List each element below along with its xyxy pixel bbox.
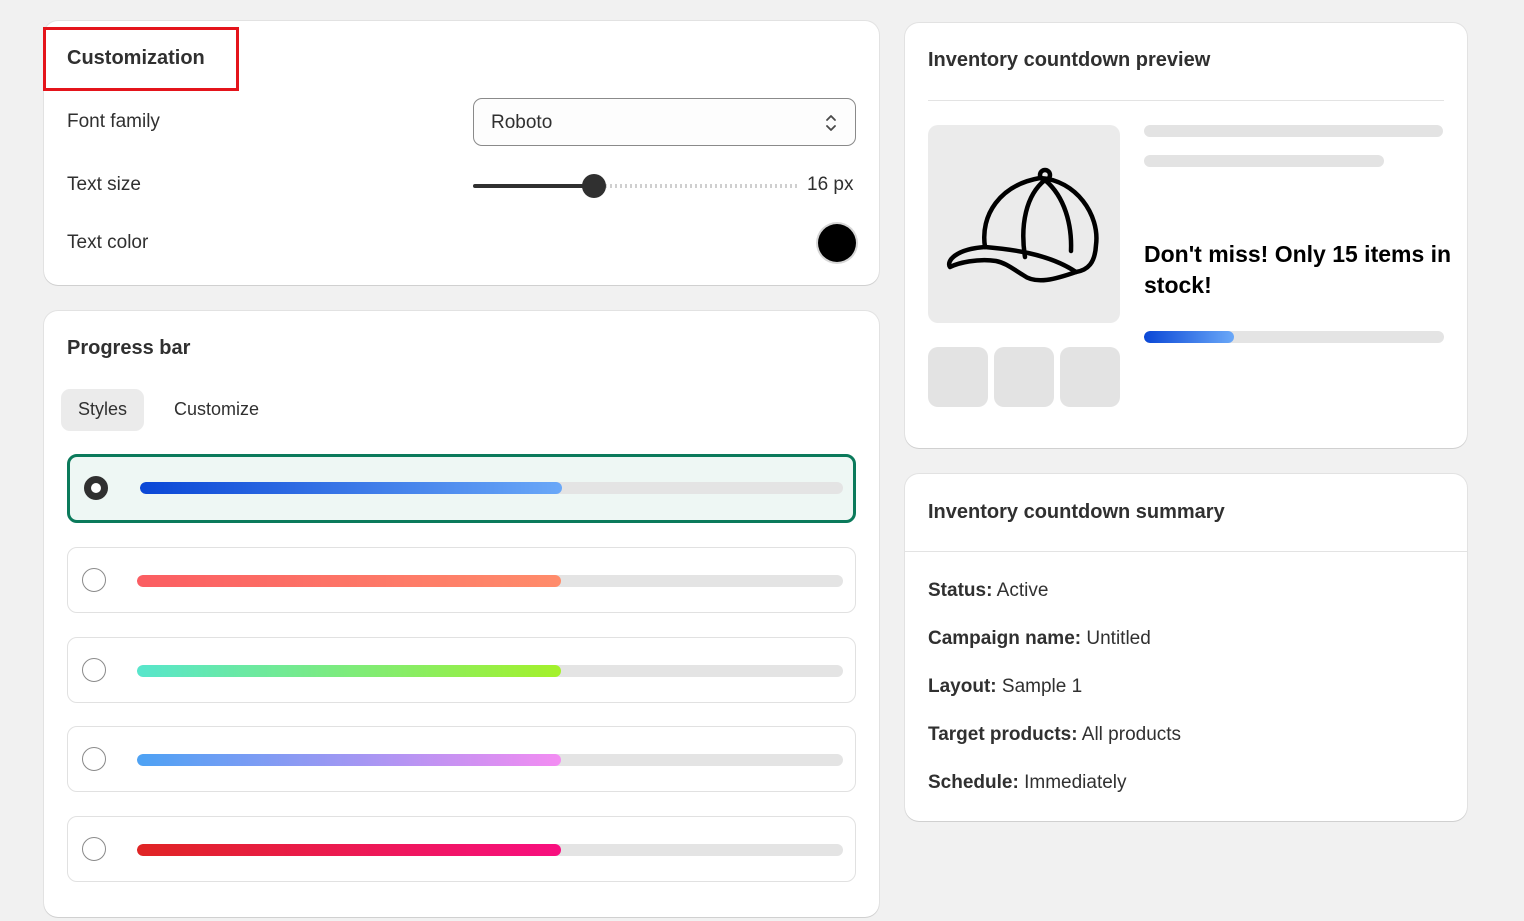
progress-style-bar	[140, 482, 843, 494]
progress-style-fill	[137, 665, 561, 677]
summary-key: Campaign name:	[928, 628, 1082, 649]
progress-style-option[interactable]	[67, 816, 856, 882]
summary-row-target: Target products: All products	[928, 724, 1181, 746]
tab-customize[interactable]: Customize	[157, 389, 276, 431]
summary-value: Sample 1	[1001, 676, 1083, 697]
product-image	[928, 125, 1120, 323]
skeleton-line	[1144, 155, 1384, 167]
preview-progress-fill	[1144, 331, 1234, 343]
text-color-label: Text color	[67, 232, 149, 253]
thumbnail[interactable]	[928, 347, 988, 407]
progress-style-option[interactable]	[67, 726, 856, 792]
radio-button[interactable]	[82, 658, 106, 682]
font-family-select[interactable]: Roboto	[473, 98, 856, 146]
summary-value: Immediately	[1024, 772, 1127, 793]
progress-style-fill	[140, 482, 562, 494]
summary-key: Status:	[928, 580, 993, 601]
radio-button[interactable]	[82, 837, 106, 861]
summary-key: Layout:	[928, 676, 997, 697]
tab-styles[interactable]: Styles	[61, 389, 145, 431]
progress-bar-title: Progress bar	[67, 337, 191, 359]
chevron-up-down-icon	[826, 115, 836, 131]
progress-style-bar	[137, 754, 843, 766]
summary-value: Untitled	[1086, 628, 1151, 649]
progress-style-bar	[137, 844, 843, 856]
divider	[928, 100, 1444, 101]
progress-style-bar	[137, 575, 843, 587]
divider	[905, 551, 1467, 552]
thumbnail[interactable]	[1060, 347, 1120, 407]
progress-style-fill	[137, 844, 561, 856]
progress-style-fill	[137, 754, 561, 766]
summary-card: Inventory countdown summary Status: Acti…	[905, 474, 1467, 821]
text-color-swatch[interactable]	[818, 224, 856, 262]
cap-icon	[946, 167, 1099, 283]
font-family-value: Roboto	[491, 112, 553, 133]
progress-style-option[interactable]	[67, 454, 856, 523]
progress-bar-card: Progress bar Styles Customize	[44, 311, 879, 917]
radio-button[interactable]	[82, 568, 106, 592]
skeleton-line	[1144, 125, 1443, 137]
summary-row-status: Status: Active	[928, 580, 1048, 602]
slider-thumb[interactable]	[582, 174, 606, 198]
countdown-message: Don't miss! Only 15 items in stock!	[1144, 241, 1452, 298]
progress-style-fill	[137, 575, 561, 587]
summary-title: Inventory countdown summary	[928, 501, 1225, 523]
font-family-label: Font family	[67, 111, 160, 132]
text-size-label: Text size	[67, 174, 141, 195]
summary-value: Active	[996, 580, 1049, 601]
progress-style-option[interactable]	[67, 637, 856, 703]
summary-row-schedule: Schedule: Immediately	[928, 772, 1127, 794]
thumbnail[interactable]	[994, 347, 1054, 407]
slider-track-fill	[473, 184, 595, 188]
preview-progress-bar	[1144, 331, 1444, 343]
progress-style-option[interactable]	[67, 547, 856, 613]
text-size-slider[interactable]	[473, 174, 797, 198]
summary-key: Schedule:	[928, 772, 1019, 793]
summary-value: All products	[1081, 724, 1182, 745]
radio-button[interactable]	[82, 747, 106, 771]
summary-row-layout: Layout: Sample 1	[928, 676, 1082, 698]
preview-title: Inventory countdown preview	[928, 49, 1211, 71]
summary-key: Target products:	[928, 724, 1078, 745]
slider-track	[595, 184, 797, 188]
highlight-frame	[43, 27, 239, 91]
progress-style-bar	[137, 665, 843, 677]
summary-row-campaign: Campaign name: Untitled	[928, 628, 1151, 650]
text-size-value: 16 px	[807, 174, 854, 195]
radio-button[interactable]	[84, 476, 108, 500]
preview-card: Inventory countdown preview Don't miss! …	[905, 23, 1467, 448]
